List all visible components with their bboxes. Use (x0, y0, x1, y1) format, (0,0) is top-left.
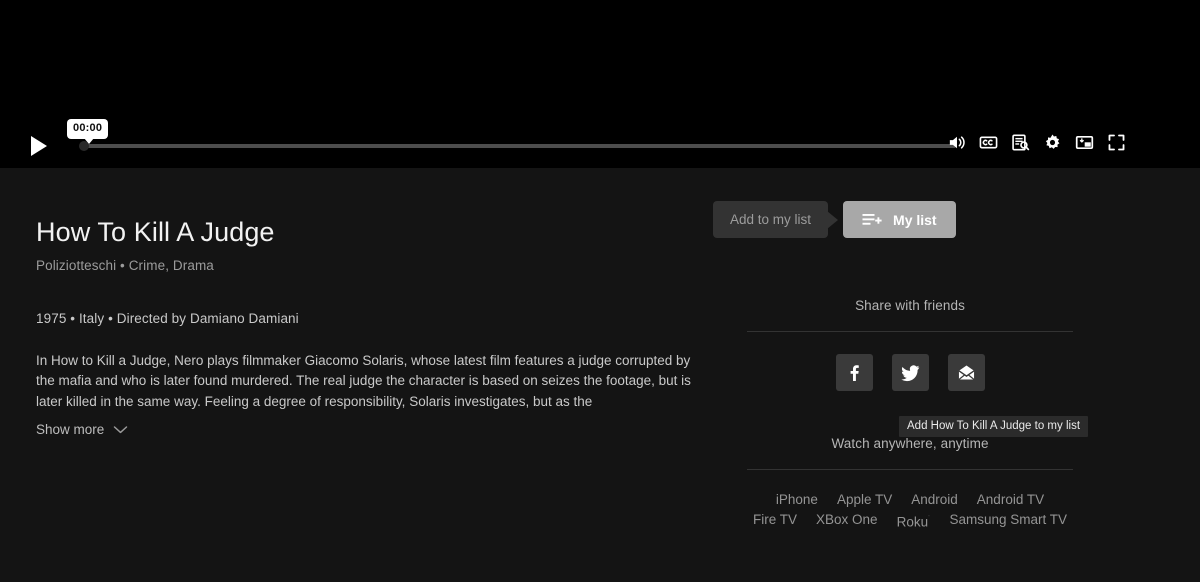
fullscreen-icon[interactable] (1106, 132, 1126, 152)
device-fire-tv[interactable]: Fire TV (753, 510, 797, 533)
device-roku[interactable]: Roku˙ (897, 510, 931, 533)
share-heading: Share with friends (855, 298, 965, 313)
show-more-label: Show more (36, 422, 105, 438)
devices-heading: Watch anywhere, anytime (831, 436, 989, 451)
add-to-my-list-label: Add to my list (730, 212, 812, 227)
share-email-button[interactable] (947, 354, 985, 391)
progress-scrubber[interactable] (79, 137, 956, 155)
my-list-label: My list (893, 211, 937, 228)
player-right-controls (946, 132, 1126, 152)
devices-divider (747, 469, 1073, 470)
subtitles-search-icon[interactable] (1010, 132, 1030, 152)
add-to-list-icon (862, 212, 882, 228)
share-twitter-button[interactable] (891, 354, 929, 391)
device-roku-label: Roku (896, 514, 929, 530)
page-title: How To Kill A Judge (36, 217, 275, 247)
add-to-list-tooltip: Add How To Kill A Judge to my list (899, 416, 1089, 437)
devices-list: iPhone Apple TV Android Android TV Fire … (747, 490, 1073, 533)
share-facebook-button[interactable] (835, 354, 873, 391)
video-player[interactable]: 00:00 (0, 0, 1200, 168)
player-controls-bar (0, 122, 1200, 168)
volume-icon[interactable] (946, 132, 966, 152)
device-apple-tv[interactable]: Apple TV (837, 490, 892, 510)
device-roku-mark: ˙ (928, 516, 931, 523)
genre-subtitle: Poliziotteschi • Crime, Drama (36, 257, 214, 273)
device-samsung-smart-tv[interactable]: Samsung Smart TV (949, 510, 1067, 533)
chevron-down-icon (113, 425, 128, 435)
device-android-tv[interactable]: Android TV (977, 490, 1044, 510)
add-to-my-list-pill[interactable]: Add to my list (713, 201, 839, 238)
devices-row-1: iPhone Apple TV Android Android TV (747, 490, 1073, 510)
my-list-button[interactable]: My list (843, 201, 956, 238)
progress-track (84, 144, 956, 148)
share-divider (747, 331, 1073, 332)
twitter-icon (900, 364, 920, 382)
detail-left-column: How To Kill A Judge Poliziotteschi • Cri… (36, 168, 696, 439)
detail-content: How To Kill A Judge Poliziotteschi • Cri… (0, 168, 1200, 582)
play-button[interactable] (25, 133, 51, 159)
synopsis-text: In How to Kill a Judge, Nero plays filmm… (36, 352, 691, 409)
devices-panel: Watch anywhere, anytime iPhone Apple TV … (747, 436, 1073, 533)
share-buttons (747, 354, 1073, 391)
device-android[interactable]: Android (911, 490, 958, 510)
release-meta: 1975 • Italy • Directed by Damiano Damia… (36, 310, 299, 326)
device-xbox-one[interactable]: XBox One (816, 510, 878, 533)
video-detail-page: 00:00 How To Kill A Judge Poliziotteschi… (0, 0, 1200, 582)
picture-in-picture-icon[interactable] (1074, 132, 1094, 152)
email-icon (957, 364, 976, 381)
gear-icon[interactable] (1042, 132, 1062, 152)
devices-row-2: Fire TV XBox One Roku˙ Samsung Smart TV (747, 510, 1073, 533)
closed-captions-icon[interactable] (978, 132, 998, 152)
facebook-icon (845, 364, 863, 382)
list-actions: Add to my list My list (713, 201, 956, 238)
share-panel: Share with friends (747, 298, 1073, 391)
show-more-button[interactable]: Show more (36, 422, 128, 437)
device-iphone[interactable]: iPhone (776, 490, 818, 510)
add-to-list-tooltip-text: Add How To Kill A Judge to my list (907, 420, 1081, 432)
progress-handle[interactable] (79, 141, 89, 151)
